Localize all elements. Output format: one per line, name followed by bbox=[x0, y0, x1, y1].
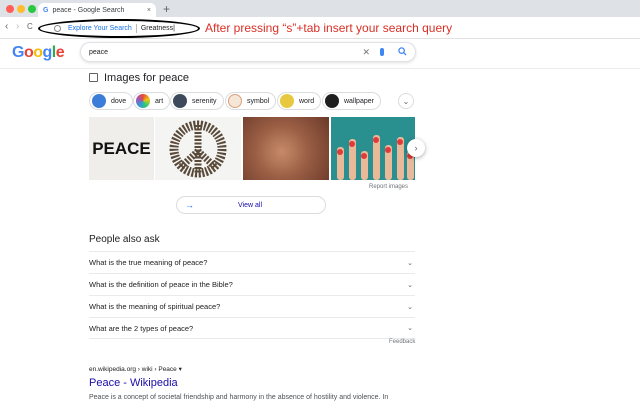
paa-question[interactable]: What is the meaning of spiritual peace? … bbox=[89, 295, 415, 317]
chip-thumbnail bbox=[325, 94, 339, 108]
chip-label: art bbox=[155, 97, 164, 105]
close-window-button[interactable] bbox=[6, 5, 14, 13]
chevron-down-icon: ⌄ bbox=[407, 259, 413, 267]
chip-label: word bbox=[299, 97, 315, 105]
thumbnail-text: PEACE bbox=[92, 138, 151, 158]
chip-thumbnail bbox=[173, 94, 187, 108]
chip-label: serenity bbox=[192, 97, 217, 105]
logo-letter: o bbox=[33, 44, 43, 61]
google-favicon-icon: G bbox=[43, 6, 49, 14]
chip-thumbnail bbox=[136, 94, 150, 108]
image-chip-dove[interactable]: dove bbox=[89, 92, 134, 110]
paa-question-text: What is the true meaning of peace? bbox=[89, 258, 208, 267]
chip-thumbnail bbox=[228, 94, 242, 108]
logo-letter: o bbox=[23, 44, 34, 61]
instruction-annotation: After pressing “s”+tab insert your searc… bbox=[205, 21, 453, 35]
image-thumbnail-hands[interactable] bbox=[243, 117, 329, 180]
image-chip-wallpaper[interactable]: wallpaper bbox=[322, 92, 381, 110]
image-chip-word[interactable]: word bbox=[277, 92, 322, 110]
result-title-link[interactable]: Peace - Wikipedia bbox=[89, 377, 178, 389]
search-icon[interactable] bbox=[398, 46, 407, 58]
minimize-window-button[interactable] bbox=[17, 5, 25, 13]
back-button[interactable]: ‹ bbox=[5, 20, 8, 34]
logo-letter: e bbox=[55, 44, 65, 61]
omnibox[interactable]: Explore Your Search Greatness| bbox=[38, 19, 200, 38]
paa-question-text: What is the definition of peace in the B… bbox=[89, 280, 233, 289]
logo-letter: G bbox=[12, 44, 24, 61]
image-chip-serenity[interactable]: serenity bbox=[170, 92, 224, 110]
clear-icon[interactable]: ✕ bbox=[362, 47, 370, 58]
tab-title: peace - Google Search bbox=[52, 6, 125, 14]
search-box[interactable]: peace ✕ bbox=[80, 42, 416, 62]
image-thumbnail-raised-hands[interactable] bbox=[331, 117, 415, 180]
chevron-down-icon: ⌄ bbox=[407, 303, 413, 311]
omnibox-separator bbox=[135, 24, 137, 33]
image-chip-symbol[interactable]: symbol bbox=[225, 92, 277, 110]
feedback-link[interactable]: Feedback bbox=[389, 339, 415, 345]
view-all-button[interactable]: → View all bbox=[176, 196, 326, 214]
omnibox-keyword: Explore Your Search bbox=[68, 25, 132, 32]
paa-question[interactable]: What are the 2 types of peace? ⌄ bbox=[89, 317, 415, 339]
chip-label: symbol bbox=[247, 97, 270, 105]
reload-button[interactable]: C bbox=[27, 20, 33, 34]
logo-letter: g bbox=[42, 44, 53, 61]
image-thumbnail-peace-sign[interactable] bbox=[155, 117, 241, 180]
images-section-title: Images for peace bbox=[104, 72, 189, 84]
image-thumbnail-peace-text[interactable]: PEACE bbox=[89, 117, 154, 180]
paa-question-text: What is the meaning of spiritual peace? bbox=[89, 302, 221, 311]
chip-label: wallpaper bbox=[344, 97, 374, 105]
omnibox-input[interactable]: Greatness| bbox=[141, 25, 175, 32]
paa-question-text: What are the 2 types of peace? bbox=[89, 323, 194, 333]
chips-more-button[interactable]: ⌄ bbox=[398, 93, 414, 109]
arrow-right-icon: → bbox=[185, 200, 194, 210]
peace-sign-icon bbox=[169, 120, 227, 178]
paa-question[interactable]: What is the definition of peace in the B… bbox=[89, 273, 415, 295]
new-tab-button[interactable]: + bbox=[163, 2, 170, 16]
maximize-window-button[interactable] bbox=[28, 5, 36, 13]
site-info-icon bbox=[54, 25, 61, 32]
report-images-link[interactable]: Report images bbox=[369, 184, 408, 190]
header-divider bbox=[0, 68, 640, 69]
chip-thumbnail bbox=[280, 94, 294, 108]
browser-tab[interactable]: G peace - Google Search × bbox=[38, 3, 156, 17]
people-also-ask-title: People also ask bbox=[89, 234, 160, 245]
google-logo[interactable]: Google bbox=[12, 44, 65, 62]
image-chip-art[interactable]: art bbox=[133, 92, 171, 110]
forward-button[interactable]: › bbox=[16, 20, 19, 34]
chip-thumbnail bbox=[92, 94, 106, 108]
paa-question[interactable]: What is the true meaning of peace? ⌄ bbox=[89, 251, 415, 273]
chevron-down-icon: ⌄ bbox=[407, 281, 413, 289]
microphone-icon[interactable] bbox=[380, 48, 384, 56]
chip-label: dove bbox=[111, 97, 127, 105]
raised-hands-icon bbox=[337, 135, 414, 180]
chevron-down-icon: ⌄ bbox=[407, 325, 413, 332]
result-url[interactable]: en.wikipedia.org › wiki › Peace ▾ bbox=[89, 365, 182, 373]
tab-close-icon[interactable]: × bbox=[147, 7, 151, 14]
image-icon bbox=[89, 73, 98, 82]
next-images-button[interactable]: › bbox=[407, 139, 425, 157]
view-all-label: View all bbox=[238, 201, 262, 209]
search-input[interactable]: peace bbox=[89, 49, 108, 56]
